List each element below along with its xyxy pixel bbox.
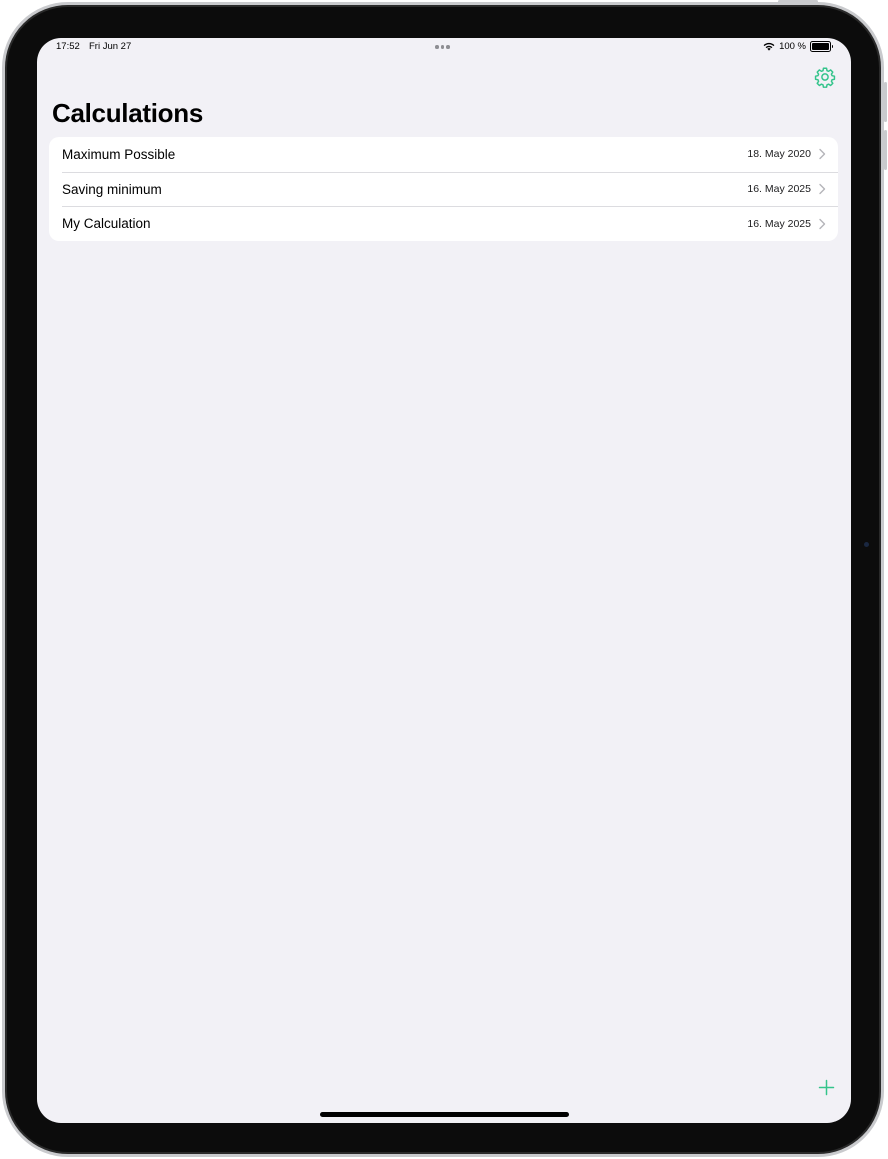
- calculation-date: 16. May 2025: [747, 217, 811, 230]
- camera-dot: [864, 542, 869, 547]
- wifi-icon: [763, 42, 775, 51]
- list-item[interactable]: Saving minimum 16. May 2025: [49, 171, 838, 207]
- volume-up-button: [884, 82, 887, 122]
- chevron-right-icon: [819, 183, 826, 195]
- calculation-title: Saving minimum: [62, 181, 162, 197]
- multitasking-dots-icon[interactable]: [435, 45, 450, 49]
- calculation-date: 18. May 2020: [747, 148, 811, 161]
- calculation-date: 16. May 2025: [747, 183, 811, 196]
- status-indicators: 100 %: [763, 41, 833, 52]
- calculation-title: My Calculation: [62, 216, 151, 232]
- battery-percentage: 100 %: [779, 41, 806, 52]
- list-item[interactable]: Maximum Possible 18. May 2020: [49, 137, 838, 172]
- top-button: [778, 0, 818, 3]
- calculation-title: Maximum Possible: [62, 146, 176, 162]
- battery-icon: [810, 41, 833, 52]
- chevron-right-icon: [819, 218, 826, 229]
- chevron-right-icon: [819, 149, 826, 160]
- status-date: Fri Jun 27: [89, 41, 132, 52]
- plus-icon[interactable]: [817, 1078, 836, 1097]
- page-title: Calculations: [52, 98, 203, 128]
- app-screen: 17:52 Fri Jun 27 100 % Calculations Maxi…: [37, 38, 851, 1123]
- volume-down-button: [884, 130, 887, 170]
- list-item[interactable]: My Calculation 16. May 2025: [49, 206, 838, 241]
- home-indicator[interactable]: [320, 1112, 569, 1117]
- status-bar: 17:52 Fri Jun 27 100 %: [37, 38, 851, 58]
- calculations-list: Maximum Possible 18. May 2020 Saving min…: [49, 137, 838, 242]
- status-time: 17:52: [56, 41, 80, 52]
- gear-icon[interactable]: [814, 66, 836, 88]
